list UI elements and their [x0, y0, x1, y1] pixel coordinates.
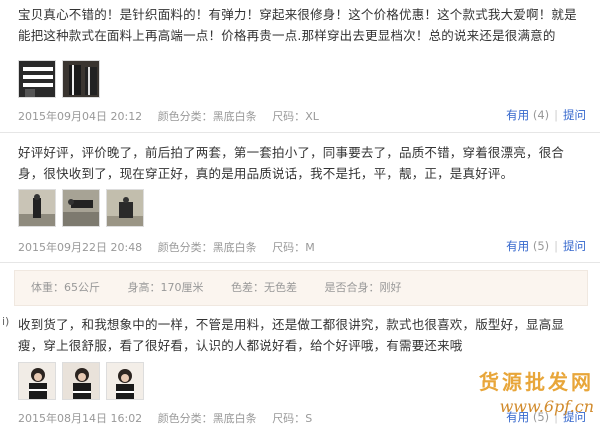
- color-value: 黑底白条: [212, 110, 257, 123]
- attr-color-diff: 色差：无色差: [231, 281, 297, 294]
- review-photo-thumbnail[interactable]: [62, 362, 100, 400]
- review-photo-thumbnail[interactable]: [18, 189, 56, 227]
- review-photos: [18, 362, 144, 402]
- size-value: M: [305, 241, 315, 254]
- review-photo-thumbnail[interactable]: [106, 189, 144, 227]
- attr-fit: 是否合身：刚好: [324, 281, 402, 294]
- review-date: 2015年08月14日 16:02: [18, 412, 143, 425]
- color-label: 颜色分类：: [157, 412, 213, 425]
- size-value: XL: [305, 110, 319, 123]
- color-value: 黑底白条: [212, 241, 257, 254]
- color-label: 颜色分类：: [157, 110, 213, 123]
- review-photos: [18, 60, 100, 100]
- useful-count: (5): [532, 239, 550, 253]
- size-label: 尺码：: [272, 241, 306, 254]
- divider: [0, 262, 600, 263]
- review-photo-thumbnail[interactable]: [18, 60, 56, 98]
- size-label: 尺码：: [272, 110, 306, 123]
- useful-label: 有用: [506, 108, 530, 122]
- review-photo-thumbnail[interactable]: [62, 60, 100, 98]
- review-date: 2015年09月04日 20:12: [18, 110, 143, 123]
- attr-weight: 体重：65公斤: [31, 281, 100, 294]
- watermark: 货源批发网 www.6pf.cn: [479, 366, 594, 416]
- ask-button[interactable]: 提问: [563, 239, 586, 253]
- review-actions: 有用 (4) | 提问: [506, 108, 586, 122]
- review-photo-thumbnail[interactable]: [62, 189, 100, 227]
- review-text: 收到货了，和我想象中的一样，不管是用料，还是做工都很讲究，款式也很喜欢，版型好，…: [18, 317, 565, 353]
- review-meta: 2015年09月04日 20:12 颜色分类：黑底白条 尺码：XL: [18, 108, 331, 124]
- watermark-url: www.6pf.cn: [499, 397, 594, 416]
- watermark-title: 货源批发网: [479, 370, 594, 394]
- review-photo-thumbnail[interactable]: [106, 362, 144, 400]
- useful-button[interactable]: 有用 (4): [506, 108, 549, 122]
- review-date: 2015年09月22日 20:48: [18, 241, 143, 254]
- color-label: 颜色分类：: [157, 241, 213, 254]
- review-photo-thumbnail[interactable]: [18, 362, 56, 400]
- review-meta: 2015年09月22日 20:48 颜色分类：黑底白条 尺码：M: [18, 239, 327, 255]
- stray-mark: i): [2, 315, 10, 328]
- color-value: 黑底白条: [212, 412, 257, 425]
- review-meta: 2015年08月14日 16:02 颜色分类：黑底白条 尺码：S: [18, 410, 324, 426]
- review-text: 宝贝真心不错的！是针织面料的！有弹力！穿起来很修身！这个价格优惠！这个款式我大爱…: [18, 7, 577, 43]
- review-text: 好评好评，评价晚了，前后拍了两套，第一套拍小了，同事要去了，品质不错，穿着很漂亮…: [18, 145, 565, 181]
- ask-button[interactable]: 提问: [563, 108, 586, 122]
- size-label: 尺码：: [272, 412, 306, 425]
- size-value: S: [305, 412, 313, 425]
- useful-button[interactable]: 有用 (5): [506, 239, 549, 253]
- useful-count: (4): [532, 108, 550, 122]
- attr-height: 身高：170厘米: [127, 281, 204, 294]
- useful-label: 有用: [506, 239, 530, 253]
- divider: [0, 132, 600, 133]
- review-photos: [18, 189, 144, 229]
- review-actions: 有用 (5) | 提问: [506, 239, 586, 253]
- buyer-attributes: 体重：65公斤 身高：170厘米 色差：无色差 是否合身：刚好: [14, 270, 588, 306]
